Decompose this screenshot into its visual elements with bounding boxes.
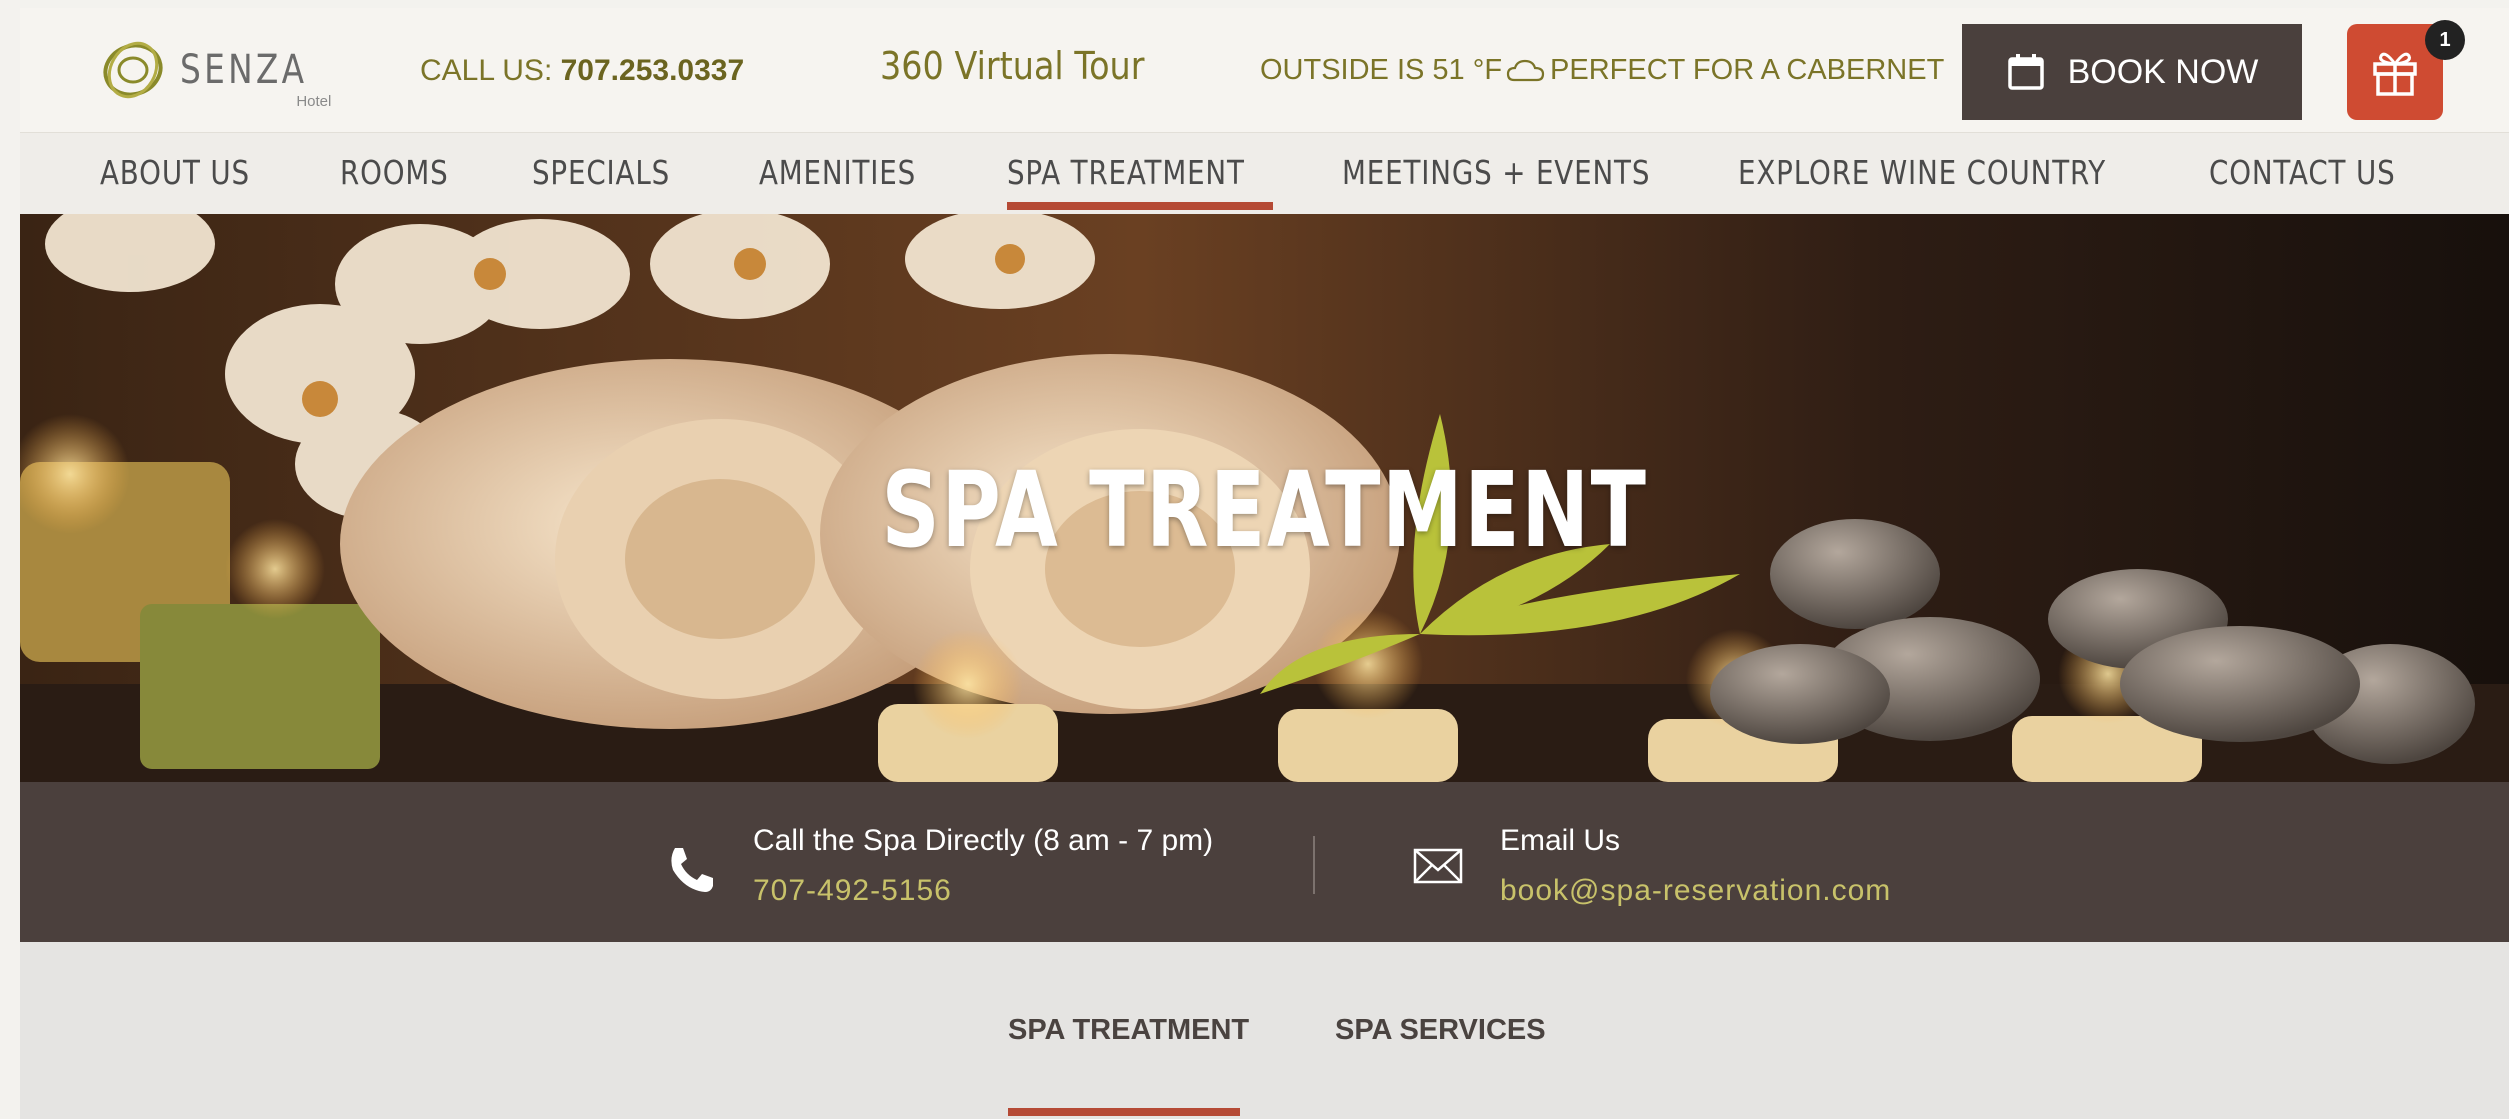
nav-amenities[interactable]: AMENITIES [759, 133, 916, 215]
cloud-icon [1506, 59, 1545, 81]
tab-spa-treatment[interactable]: SPA TREATMENT [1008, 1014, 1249, 1047]
email-address[interactable]: book@spa-reservation.com [1500, 874, 1891, 908]
phone-icon [671, 848, 713, 892]
call-us-label: CALL US: [420, 54, 553, 87]
senza-logo-icon [103, 41, 163, 99]
book-now-label: BOOK NOW [2067, 52, 2259, 91]
call-us-number[interactable]: 707.253.0337 [561, 54, 745, 87]
page-frame: SENZA Hotel CALL US: 707.253.0337 360 Vi… [20, 8, 2509, 1119]
call-us[interactable]: CALL US: 707.253.0337 [420, 54, 744, 88]
sub-tabs: SPA TREATMENT SPA SERVICES [20, 942, 2509, 1119]
hero-title: SPA TREATMENT [881, 449, 1648, 571]
weather-message: PERFECT FOR A CABERNET [1550, 54, 1945, 86]
nav-contact-us[interactable]: CONTACT US [2209, 133, 2396, 215]
spa-phone-number[interactable]: 707-492-5156 [753, 874, 952, 908]
nav-meetings-events[interactable]: MEETINGS + EVENTS [1342, 133, 1650, 215]
brand-name: SENZA [180, 47, 308, 93]
tab-spa-services[interactable]: SPA SERVICES [1335, 1014, 1546, 1047]
virtual-tour-link[interactable]: 360 Virtual Tour [880, 44, 1145, 88]
brand-subtitle: Hotel [296, 93, 332, 110]
nav-explore-wine-country[interactable]: EXPLORE WINE COUNTRY [1738, 133, 2106, 215]
contact-band: Call the Spa Directly (8 am - 7 pm) 707-… [20, 782, 2509, 942]
mail-icon [1413, 848, 1463, 884]
calendar-icon [2007, 54, 2044, 90]
weather-temperature: OUTSIDE IS 51 °F [1260, 54, 1503, 86]
logo-text: SENZA Hotel [180, 47, 335, 110]
email-label: Email Us [1500, 824, 1621, 857]
nav-active-indicator [1007, 202, 1273, 210]
hero-banner: SPA TREATMENT [20, 214, 2509, 782]
nav-about-us[interactable]: ABOUT US [100, 133, 250, 215]
spa-phone-label: Call the Spa Directly (8 am - 7 pm) [753, 824, 1214, 857]
nav-rooms[interactable]: ROOMS [340, 133, 449, 215]
contact-divider [1313, 836, 1315, 894]
senza-logo[interactable]: SENZA Hotel [100, 30, 335, 110]
top-bar: SENZA Hotel CALL US: 707.253.0337 360 Vi… [20, 8, 2509, 132]
nav-specials[interactable]: SPECIALS [532, 133, 670, 215]
weather-banner: OUTSIDE IS 51 °F PERFECT FOR A CABERNET [1260, 54, 1944, 87]
book-now-button[interactable]: BOOK NOW [1962, 24, 2302, 120]
subtab-active-indicator [1008, 1108, 1240, 1116]
gift-icon [2373, 52, 2417, 96]
gift-count-badge: 1 [2425, 20, 2465, 60]
